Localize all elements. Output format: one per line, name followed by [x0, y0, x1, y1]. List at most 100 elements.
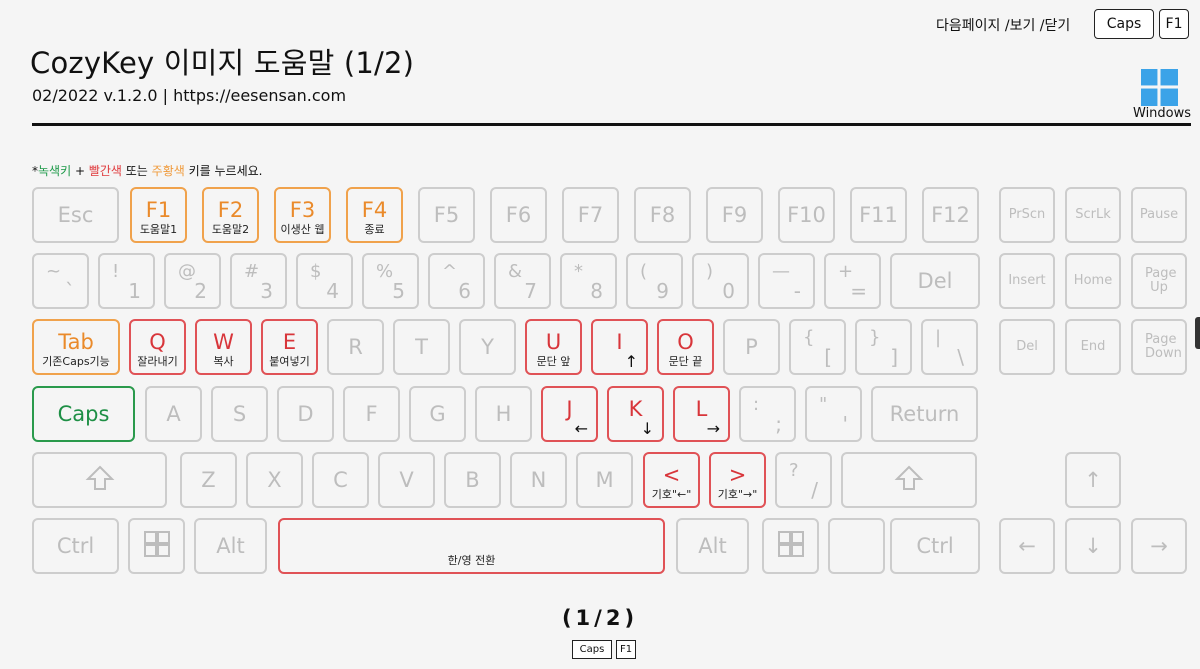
key-label: < — [662, 463, 681, 487]
key-e-row2-3[interactable]: E 붙여넣기 — [261, 319, 318, 375]
key-c-row4-3[interactable]: C — [312, 452, 369, 508]
key-label: D — [297, 402, 314, 426]
key-del-row2-14[interactable]: Del — [999, 319, 1055, 375]
key-p-row2-10[interactable]: P — [723, 319, 780, 375]
key-f3-row0-3[interactable]: F3 이생산 웹 — [274, 187, 331, 243]
key-return-row3-12[interactable]: Return — [871, 386, 978, 442]
key-g-row3-5[interactable]: G — [409, 386, 466, 442]
key-shift-icon-row4-0[interactable] — [32, 452, 167, 508]
key-symbol-row3-11[interactable]: " ' — [805, 386, 862, 442]
key-label: F10 — [787, 203, 826, 227]
key-symbol-row1-2[interactable]: @2 — [164, 253, 221, 309]
key-symbol-row2-11[interactable]: {[ — [789, 319, 846, 375]
key-insert-row1-14[interactable]: Insert — [999, 253, 1055, 309]
key-n-row4-6[interactable]: N — [510, 452, 567, 508]
key-del-row1-13[interactable]: Del — [890, 253, 980, 309]
key-scrlk-row0-14[interactable]: ScrLk — [1065, 187, 1121, 243]
key-f2-row0-2[interactable]: F2 도움말2 — [202, 187, 259, 243]
key-shift-symbol: ! — [112, 261, 120, 282]
key-label: Ctrl — [56, 534, 95, 558]
key-symbol-row4-12[interactable]: ↑ — [1065, 452, 1121, 508]
key-symbol-row3-10[interactable]: :; — [739, 386, 796, 442]
key-symbol-row1-4[interactable]: $4 — [296, 253, 353, 309]
key-shift-symbol: } — [869, 327, 881, 348]
key-l-row3-9[interactable]: L → — [673, 386, 730, 442]
key-b-row4-5[interactable]: B — [444, 452, 501, 508]
footer-f1-key[interactable]: F1 — [616, 640, 636, 659]
f1-key-hint[interactable]: F1 — [1159, 9, 1189, 39]
key-ctrl-row5-0[interactable]: Ctrl — [32, 518, 119, 574]
key-base-symbol: / — [811, 478, 818, 502]
key-f10-row0-10[interactable]: F10 — [778, 187, 835, 243]
key-symbol-row5-9[interactable]: ↓ — [1065, 518, 1121, 574]
key-m-row4-7[interactable]: M — [576, 452, 633, 508]
key-symbol-row1-8[interactable]: * 8 — [560, 253, 617, 309]
key-x-row4-2[interactable]: X — [246, 452, 303, 508]
key-page-down-row2-16[interactable]: Page Down — [1131, 319, 1187, 375]
key-j-row3-7[interactable]: J ← — [541, 386, 598, 442]
key-end-row2-15[interactable]: End — [1065, 319, 1121, 375]
key-w-row2-2[interactable]: W 복사 — [195, 319, 252, 375]
key-symbol-row1-12[interactable]: + = — [824, 253, 881, 309]
key-q-row2-1[interactable]: Q 잘라내기 — [129, 319, 186, 375]
key-windows-icon-row5-5[interactable] — [762, 518, 819, 574]
key-f11-row0-11[interactable]: F11 — [850, 187, 907, 243]
key-blank-row5-6[interactable] — [828, 518, 885, 574]
key-f9-row0-9[interactable]: F9 — [706, 187, 763, 243]
key-o-row2-9[interactable]: O 문단 끝 — [657, 319, 714, 375]
key-alt-row5-4[interactable]: Alt — [676, 518, 749, 574]
key-symbol-row1-9[interactable]: (9 — [626, 253, 683, 309]
key-symbol-row1-0[interactable]: ~ ` — [32, 253, 89, 309]
key-t-row2-5[interactable]: T — [393, 319, 450, 375]
key-z-row4-1[interactable]: Z — [180, 452, 237, 508]
key-u-row2-7[interactable]: U 문단 앞 — [525, 319, 582, 375]
key-symbol-row1-6[interactable]: ^ 6 — [428, 253, 485, 309]
key-symbol-row1-5[interactable]: % 5 — [362, 253, 419, 309]
key-f12-row0-12[interactable]: F12 — [922, 187, 979, 243]
key-f4-row0-4[interactable]: F4 종료 — [346, 187, 403, 243]
key-symbol-row4-9[interactable]: > 기호"→" — [709, 452, 766, 508]
key-f8-row0-8[interactable]: F8 — [634, 187, 691, 243]
key-d-row3-3[interactable]: D — [277, 386, 334, 442]
key-symbol-row4-8[interactable]: < 기호"←" — [643, 452, 700, 508]
key-symbol-row2-13[interactable]: | \ — [921, 319, 978, 375]
key-pause-row0-15[interactable]: Pause — [1131, 187, 1187, 243]
key-f5-row0-5[interactable]: F5 — [418, 187, 475, 243]
key-symbol-row5-10[interactable]: → — [1131, 518, 1187, 574]
key-symbol-row1-7[interactable]: & 7 — [494, 253, 551, 309]
key-y-row2-6[interactable]: Y — [459, 319, 516, 375]
key-caps-row3-0[interactable]: Caps — [32, 386, 135, 442]
caps-key-hint[interactable]: Caps — [1094, 9, 1154, 39]
key-tab-row2-0[interactable]: Tab 기존Caps기능 — [32, 319, 120, 375]
key-h-row3-6[interactable]: H — [475, 386, 532, 442]
key-f-row3-4[interactable]: F — [343, 386, 400, 442]
key-page-up-row1-16[interactable]: Page Up — [1131, 253, 1187, 309]
key-symbol-row1-1[interactable]: ! 1 — [98, 253, 155, 309]
key-v-row4-4[interactable]: V — [378, 452, 435, 508]
key-r-row2-4[interactable]: R — [327, 319, 384, 375]
key-symbol-row1-3[interactable]: #3 — [230, 253, 287, 309]
key-f7-row0-7[interactable]: F7 — [562, 187, 619, 243]
key-f6-row0-6[interactable]: F6 — [490, 187, 547, 243]
key-symbol-row2-12[interactable]: }] — [855, 319, 912, 375]
key-alt-row5-2[interactable]: Alt — [194, 518, 267, 574]
footer-caps-key[interactable]: Caps — [572, 640, 612, 659]
key-k-row3-8[interactable]: K ↓ — [607, 386, 664, 442]
key-label: O — [677, 330, 694, 354]
key-i-row2-8[interactable]: I ↑ — [591, 319, 648, 375]
key-esc-row0-0[interactable]: Esc — [32, 187, 119, 243]
key-ctrl-row5-7[interactable]: Ctrl — [890, 518, 980, 574]
key-home-row1-15[interactable]: Home — [1065, 253, 1121, 309]
key-blank-row5-3[interactable]: 한/영 전환 — [278, 518, 665, 574]
key-windows-icon-row5-1[interactable] — [128, 518, 185, 574]
key-shift-icon-row4-11[interactable] — [841, 452, 977, 508]
key-prscn-row0-13[interactable]: PrScn — [999, 187, 1055, 243]
scroll-handle[interactable] — [1195, 317, 1200, 349]
key-symbol-row5-8[interactable]: ← — [999, 518, 1055, 574]
key-symbol-row1-10[interactable]: ) 0 — [692, 253, 749, 309]
key-a-row3-1[interactable]: A — [145, 386, 202, 442]
key-symbol-row1-11[interactable]: — - — [758, 253, 815, 309]
key-symbol-row4-10[interactable]: ? / — [775, 452, 832, 508]
key-s-row3-2[interactable]: S — [211, 386, 268, 442]
key-f1-row0-1[interactable]: F1 도움말1 — [130, 187, 187, 243]
